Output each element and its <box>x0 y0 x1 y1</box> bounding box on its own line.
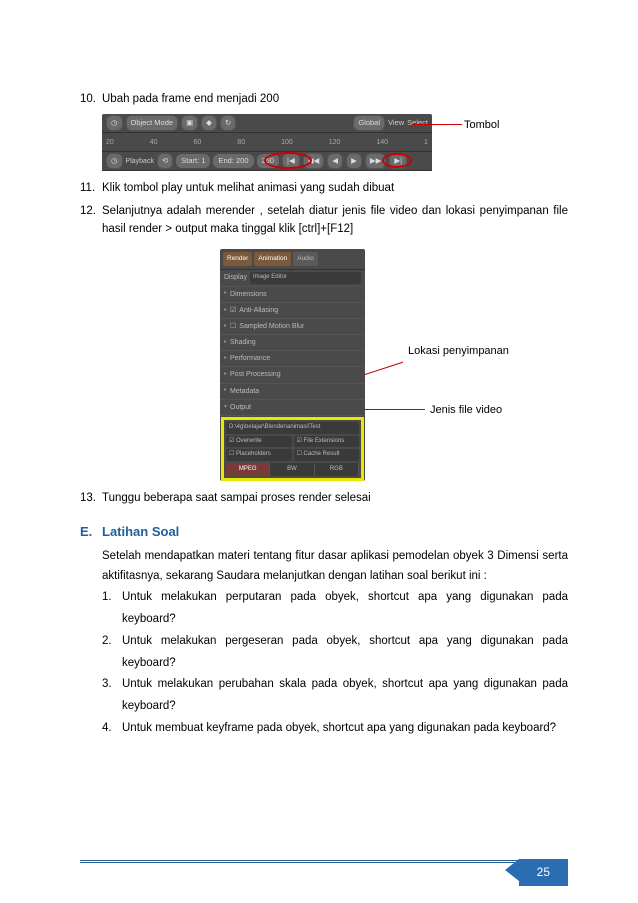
start-field: Start: 1 <box>176 154 210 168</box>
toolbar-icon: ↻ <box>220 115 236 131</box>
section-intro: Setelah mendapatkan materi tentang fitur… <box>102 546 568 587</box>
render-button: Render <box>223 252 252 266</box>
bw-tab: BW <box>270 463 314 477</box>
blender-timeline-panel: ◷ Object Mode ▣ ◆ ↻ Global View Select 2… <box>102 114 432 171</box>
global-dropdown: Global <box>353 115 385 131</box>
tick: 1 <box>424 137 428 148</box>
prev-key-icon: ◀◀ <box>303 153 325 169</box>
jump-start-icon: |◀ <box>282 153 300 169</box>
annotation-tombol: Tombol <box>464 117 499 135</box>
question-text: Untuk melakukan perubahan skala pada oby… <box>122 674 568 718</box>
step-11: 11. Klik tombol play untuk melihat anima… <box>80 179 568 197</box>
blender-render-panel: Render Animation Audio Display Image Edi… <box>220 249 365 482</box>
dimensions-row: ▸Dimensions <box>220 287 365 303</box>
play-back-icon: ◀ <box>327 153 343 169</box>
question-text: Untuk melakukan perputaran pada obyek, s… <box>122 587 568 631</box>
question-number: 1. <box>102 587 122 631</box>
timeline-ticks: 20 40 60 80 100 120 140 1 <box>106 137 428 148</box>
question-number: 4. <box>102 718 122 740</box>
section-heading: E. Latihan Soal <box>80 522 568 543</box>
step-text: Ubah pada frame end menjadi 200 <box>102 90 568 108</box>
animation-button: Animation <box>254 252 291 266</box>
step-10: 10. Ubah pada frame end menjadi 200 <box>80 90 568 108</box>
step-13: 13. Tunggu beberapa saat sampai proses r… <box>80 489 568 507</box>
play-icon: ▶ <box>346 153 362 169</box>
annotation-lokasi: Lokasi penyimpanan <box>408 344 509 358</box>
output-header: ▾Output <box>220 400 365 416</box>
annotation-jenis: Jenis file video <box>430 402 502 420</box>
timeline-figure: ◷ Object Mode ▣ ◆ ↻ Global View Select 2… <box>102 114 568 171</box>
question-text: Untuk melakukan pergeseran pada obyek, s… <box>122 631 568 675</box>
tick: 60 <box>194 137 202 148</box>
display-label: Display <box>224 272 247 283</box>
tick: 100 <box>281 137 293 148</box>
render-buttons-row: Render Animation Audio <box>220 249 365 270</box>
document-body: 10. Ubah pada frame end menjadi 200 ◷ Ob… <box>80 90 568 740</box>
page-footer: 25 <box>80 860 568 863</box>
playback-label: Playback <box>126 156 154 167</box>
overwrite-check: ☑ Overwrite <box>226 436 292 448</box>
question-2: 2. Untuk melakukan pergeseran pada obyek… <box>102 631 568 675</box>
display-value: Image Editor <box>250 272 361 284</box>
frame-field: 250 <box>257 154 280 168</box>
annotation-line-jenis <box>365 409 425 410</box>
step-number: 13. <box>80 489 102 507</box>
step-number: 11. <box>80 179 102 197</box>
section-title: Latihan Soal <box>102 522 179 543</box>
render-figure: Render Animation Audio Display Image Edi… <box>220 249 520 482</box>
mpeg-tab: MPEG <box>226 463 270 477</box>
step-number: 10. <box>80 90 102 108</box>
question-text: Untuk membuat keyframe pada obyek, short… <box>122 718 568 740</box>
placeholders-check: ☐ Placeholders <box>226 449 292 461</box>
footer-rule <box>80 860 568 863</box>
question-4: 4. Untuk membuat keyframe pada obyek, sh… <box>102 718 568 740</box>
metadata-row: ▸Metadata <box>220 384 365 400</box>
shading-row: ▸Shading <box>220 335 365 351</box>
timeline-bottom-row: ◷ Playback ⟲ Start: 1 End: 200 250 |◀ ◀◀… <box>102 152 432 171</box>
timeline-top-row: ◷ Object Mode ▣ ◆ ↻ Global View Select <box>102 114 432 133</box>
end-field: End: 200 <box>213 154 253 168</box>
tick: 80 <box>237 137 245 148</box>
select-menu: Select <box>407 117 428 129</box>
rgb-tab: RGB <box>315 463 359 477</box>
next-key-icon: ▶▶ <box>365 153 387 169</box>
output-format-tabs: MPEG BW RGB <box>226 463 359 477</box>
question-number: 2. <box>102 631 122 675</box>
section-letter: E. <box>80 522 102 543</box>
fileext-check: ☑ File Extensions <box>294 436 360 448</box>
tick: 40 <box>150 137 158 148</box>
view-menu: View <box>388 117 404 129</box>
step-number: 12. <box>80 202 102 239</box>
question-1: 1. Untuk melakukan perputaran pada obyek… <box>102 587 568 631</box>
audio-button: Audio <box>293 252 318 266</box>
output-path: D:\4g\belajar\Blender\animasi\Test <box>226 422 359 434</box>
post-processing-row: ▸Post Processing <box>220 367 365 383</box>
cache-check: ☐ Cache Result <box>294 449 360 461</box>
annotation-line-lokasi <box>365 361 403 374</box>
tick: 140 <box>376 137 388 148</box>
anti-aliasing-row: ▸☑Anti-Aliasing <box>220 303 365 319</box>
step-text: Tunggu beberapa saat sampai proses rende… <box>102 489 568 507</box>
step-12: 12. Selanjutnya adalah merender , setela… <box>80 202 568 239</box>
output-section-highlighted: D:\4g\belajar\Blender\animasi\Test ☑ Ove… <box>221 417 364 481</box>
object-mode-dropdown: Object Mode <box>126 115 179 131</box>
clock-icon: ◷ <box>106 115 123 131</box>
timeline-ruler-row: 20 40 60 80 100 120 140 1 <box>102 133 432 152</box>
clock-icon: ◷ <box>106 153 123 169</box>
display-row: Display Image Editor <box>220 270 365 287</box>
toolbar-icon: ◆ <box>201 115 217 131</box>
tick: 120 <box>329 137 341 148</box>
step-text: Klik tombol play untuk melihat animasi y… <box>102 179 568 197</box>
question-3: 3. Untuk melakukan perubahan skala pada … <box>102 674 568 718</box>
toolbar-icon: ▣ <box>181 115 198 131</box>
question-number: 3. <box>102 674 122 718</box>
tick: 20 <box>106 137 114 148</box>
page-number-badge: 25 <box>519 859 568 886</box>
step-text: Selanjutnya adalah merender , setelah di… <box>102 202 568 239</box>
motion-blur-row: ▸☐Sampled Motion Blur <box>220 319 365 335</box>
performance-row: ▸Performance <box>220 351 365 367</box>
sync-icon: ⟲ <box>157 153 173 169</box>
jump-end-icon: ▶| <box>389 153 407 169</box>
